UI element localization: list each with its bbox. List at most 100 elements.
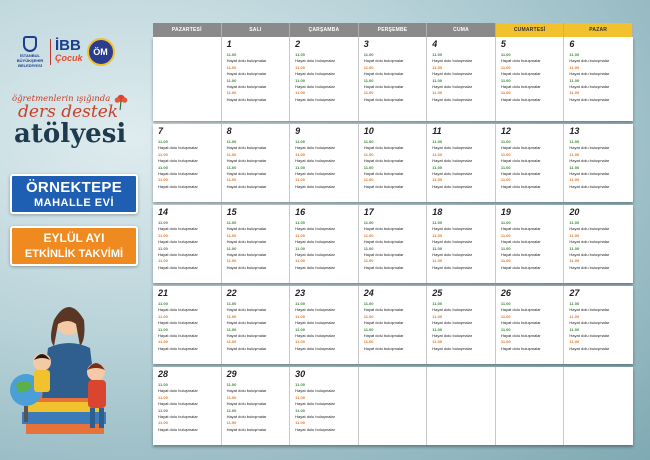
event-item: 11.00 Hayat dolu buluşmalar [158,220,217,233]
event-name: Hayat dolu buluşmalar [226,426,267,432]
cocuk-logo-line2: Çocuk [55,53,83,63]
event-item: 11.00 Hayat dolu buluşmalar [569,258,629,271]
event-name: Hayat dolu buluşmalar [500,345,541,351]
event-item: 11.00 Hayat dolu buluşmalar [158,408,217,421]
event-list: 11.00 Hayat dolu buluşmalar 11.00 Hayat dol… [295,139,354,190]
event-item: 11.00 Hayat dolu buluşmalar [227,314,286,327]
event-name: Hayat dolu buluşmalar [569,183,610,189]
header-friday: CUMA [427,23,496,37]
event-item: 11.00 Hayat dolu buluşmalar [364,90,423,103]
event-name: Hayat dolu buluşmalar [295,345,335,351]
day-cell: 24 11.00 Hayat dolu buluşmalar 11.00 Hayat d… [359,286,428,364]
event-item: 11.00 Hayat dolu buluşmalar [364,258,423,271]
event-item: 11.00 Hayat dolu buluşmalar [569,246,629,259]
event-item: 11.00 Hayat dolu buluşmalar [227,165,286,178]
event-name: Hayat dolu buluşmalar [363,183,404,189]
event-name: Hayat dolu buluşmalar [158,264,198,270]
event-name: Hayat dolu buluşmalar [295,264,335,270]
event-list: 11.00 Hayat dolu buluşmalar 11.00 Hayat dol… [501,220,560,271]
day-number: 9 [295,126,301,136]
event-item: 11.00 Hayat dolu buluşmalar [227,395,286,408]
header-tuesday: SALI [221,23,291,37]
event-item: 11.00 Hayat dolu buluşmalar [295,395,354,408]
event-item: 11.00 Hayat dolu buluşmalar [432,220,491,233]
day-cell: 14 11.00 Hayat dolu buluşmalar 11.00 Hayat d… [153,205,222,283]
event-item: 11.00 Hayat dolu buluşmalar [158,246,217,259]
day-number: 16 [295,207,306,217]
day-number: 24 [363,288,374,298]
day-cell: 18 11.00 Hayat dolu buluşmalar 11.00 Hayat d… [427,205,496,283]
day-number: 25 [432,288,443,298]
day-number: 28 [158,369,169,379]
day-number: 21 [158,288,169,298]
event-item: 11.00 Hayat dolu buluşmalar [295,65,354,78]
banner-blue-line2: MAHALLE EVİ [33,197,115,209]
day-cell: 29 11.00 Hayat dolu buluşmalar 11.00 Hayat d… [222,367,291,445]
calendar-weeks: 1 11.00 Hayat dolu buluşmalar 11.00 Hayat do… [153,37,633,445]
event-list: 11.00 Hayat dolu buluşmalar 11.00 Hayat dol… [569,220,629,271]
day-number: 12 [500,126,511,136]
event-item: 11.00 Hayat dolu buluşmalar [227,258,286,271]
event-item: 11.00 Hayat dolu buluşmalar [569,152,629,165]
ibb-cocuk-logo: İBB Çocuk [55,38,83,64]
header-saturday: CUMARTESİ [495,23,565,37]
day-cell: 17 11.00 Hayat dolu buluşmalar 11.00 Hayat d… [359,205,428,283]
day-number: 30 [295,369,306,379]
event-item: 11.00 Hayat dolu buluşmalar [432,246,491,259]
empty-cell [496,367,565,445]
event-item: 11.00 Hayat dolu buluşmalar [364,152,423,165]
day-cell: 2 11.00 Hayat dolu buluşmalar 11.00 Hayat do… [290,37,359,121]
event-item: 11.00 Hayat dolu buluşmalar [501,52,560,65]
mahalle-evi-badge: ÖM [86,38,115,66]
day-cell: 28 11.00 Hayat dolu buluşmalar 11.00 Hayat d… [153,367,222,445]
day-cell: 12 11.00 Hayat dolu buluşmalar 11.00 Hayat d… [496,124,565,202]
event-item: 11.00 Hayat dolu buluşmalar [364,327,423,340]
event-item: 11.00 Hayat dolu buluşmalar [432,233,491,246]
event-item: 11.00 Hayat dolu buluşmalar [501,314,560,327]
event-item: 11.00 Hayat dolu buluşmalar [295,339,354,352]
day-number: 15 [226,207,237,217]
event-item: 11.00 Hayat dolu buluşmalar [569,139,629,152]
event-list: 11.00 Hayat dolu buluşmalar 11.00 Hayat dol… [227,382,286,433]
event-item: 11.00 Hayat dolu buluşmalar [295,258,354,271]
day-number: 22 [226,288,237,298]
ibb-logo-text: İSTANBUL BÜYÜKŞEHİR BELEDİYESİ [16,53,44,68]
event-item: 11.00 Hayat dolu buluşmalar [501,90,560,103]
event-item: 11.00 Hayat dolu buluşmalar [364,220,423,233]
event-item: 11.00 Hayat dolu buluşmalar [227,233,286,246]
calendar-week: 28 11.00 Hayat dolu buluşmalar 11.00 Hayat d… [153,367,633,445]
event-item: 11.00 Hayat dolu buluşmalar [364,339,423,352]
event-item: 11.00 Hayat dolu buluşmalar [432,78,491,91]
day-number: 5 [500,39,506,49]
event-item: 11.00 Hayat dolu buluşmalar [432,90,491,103]
event-item: 11.00 Hayat dolu buluşmalar [364,165,423,178]
calendar-week: 21 11.00 Hayat dolu buluşmalar 11.00 Hayat d… [153,286,633,364]
day-cell: 25 11.00 Hayat dolu buluşmalar 11.00 Hayat d… [427,286,496,364]
event-name: Hayat dolu buluşmalar [569,96,610,102]
day-number: 4 [432,39,438,49]
ibb-logo: İSTANBUL BÜYÜKŞEHİR BELEDİYESİ [14,36,46,68]
event-item: 11.00 Hayat dolu buluşmalar [569,327,629,340]
event-item: 11.00 Hayat dolu buluşmalar [227,90,286,103]
calendar: PAZARTESİ SALI ÇARŞAMBA PERŞEMBE CUMA CU… [153,23,633,445]
event-item: 11.00 Hayat dolu buluşmalar [227,339,286,352]
banner-blue-line1: ÖRNEKTEPE [25,179,123,196]
event-name: Hayat dolu buluşmalar [569,264,610,270]
day-cell: 5 11.00 Hayat dolu buluşmalar 11.00 Hayat do… [496,37,565,121]
event-name: Hayat dolu buluşmalar [500,264,541,270]
event-list: 11.00 Hayat dolu buluşmalar 11.00 Hayat dol… [432,52,491,103]
day-number: 1 [226,39,232,49]
event-item: 11.00 Hayat dolu buluşmalar [158,258,217,271]
event-list: 11.00 Hayat dolu buluşmalar 11.00 Hayat dol… [569,139,629,190]
event-list: 11.00 Hayat dolu buluşmalar 11.00 Hayat dol… [227,52,286,103]
day-cell: 16 11.00 Hayat dolu buluşmalar 11.00 Hayat d… [290,205,359,283]
event-list: 11.00 Hayat dolu buluşmalar 11.00 Hayat dol… [158,301,217,352]
event-item: 11.00 Hayat dolu buluşmalar [501,233,560,246]
day-cell: 9 11.00 Hayat dolu buluşmalar 11.00 Hayat do… [290,124,359,202]
day-number: 23 [295,288,306,298]
event-list: 11.00 Hayat dolu buluşmalar 11.00 Hayat dol… [432,139,491,190]
empty-cell [564,367,633,445]
day-number: 29 [226,369,237,379]
ibb-shield-icon [23,36,37,52]
event-item: 11.00 Hayat dolu buluşmalar [569,78,629,91]
